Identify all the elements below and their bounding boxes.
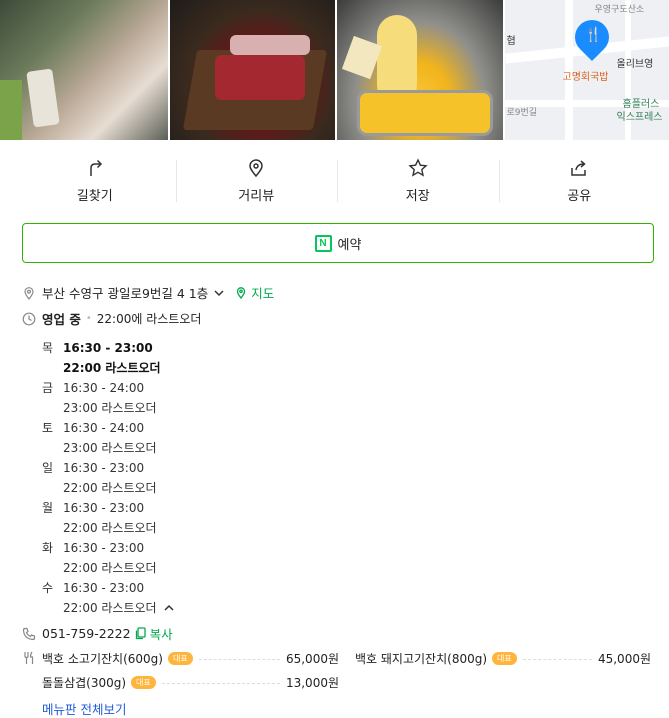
menu-item[interactable]: 백호 소고기잔치(600g) 대표 65,000원 bbox=[42, 650, 339, 667]
signature-badge: 대표 bbox=[167, 652, 193, 665]
menu-item[interactable]: 백호 돼지고기잔치(800g) 대표 45,000원 bbox=[355, 650, 651, 667]
map-label: 협 bbox=[506, 36, 516, 47]
action-label: 길찾기 bbox=[76, 189, 113, 204]
hours-day-row: 금 16:30 - 24:00 23:00 라스트오더 bbox=[42, 378, 175, 418]
open-hours: 16:30 - 24:00 bbox=[63, 421, 145, 435]
last-order: 23:00 라스트오더 bbox=[63, 401, 157, 415]
action-label: 저장 bbox=[405, 189, 430, 204]
meat-platter-photo[interactable] bbox=[169, 0, 335, 140]
chevron-up-icon[interactable] bbox=[163, 602, 175, 614]
map-label: 로9번길 bbox=[506, 108, 538, 118]
open-hours: 16:30 - 23:00 bbox=[63, 341, 153, 355]
address-row: 부산 수영구 광일로9번길 4 1층 지도 bbox=[22, 283, 274, 302]
day-label: 목 bbox=[42, 341, 54, 355]
last-order: 22:00 라스트오더 bbox=[63, 481, 157, 495]
map-label: 익스프레스 bbox=[616, 112, 663, 123]
business-hours-row[interactable]: 영업 중 • 22:00에 라스트오더 bbox=[22, 309, 201, 328]
action-label: 공유 bbox=[567, 189, 592, 204]
share-icon bbox=[571, 160, 586, 176]
day-label: 월 bbox=[42, 501, 54, 515]
menu-item-name: 돌돌삼겹(300g) bbox=[42, 676, 127, 690]
street-view-button[interactable]: 거리뷰 bbox=[175, 152, 338, 210]
last-order: 22:00 라스트오더 bbox=[63, 521, 157, 535]
star-icon bbox=[408, 158, 428, 177]
last-order: 22:00 라스트오더 bbox=[63, 561, 157, 575]
utensils-icon bbox=[22, 651, 36, 665]
day-label: 토 bbox=[42, 421, 54, 435]
open-hours: 16:30 - 23:00 bbox=[63, 461, 145, 475]
directions-button[interactable]: 길찾기 bbox=[14, 152, 176, 210]
map-label: 올리브영 bbox=[616, 59, 654, 70]
phone-number[interactable]: 051-759-2222 bbox=[42, 626, 131, 641]
directions-icon bbox=[90, 159, 102, 176]
action-bar: 길찾기 거리뷰 저장 공유 bbox=[14, 152, 660, 210]
open-hours: 16:30 - 24:00 bbox=[63, 381, 145, 395]
naver-booking-icon: N bbox=[314, 234, 332, 252]
hours-day-row: 일 16:30 - 23:00 22:00 라스트오더 bbox=[42, 458, 175, 498]
copy-label: 복사 bbox=[149, 627, 173, 642]
business-status: 영업 중 bbox=[42, 312, 81, 327]
hours-day-row: 수 16:30 - 23:00 22:00 라스트오더 bbox=[42, 578, 175, 618]
reserve-button[interactable]: N 예약 bbox=[22, 223, 654, 263]
copy-icon bbox=[135, 627, 146, 640]
map-pin-link-icon bbox=[237, 287, 246, 299]
map-link[interactable]: 지도 bbox=[235, 283, 274, 302]
day-label: 일 bbox=[42, 461, 54, 475]
open-hours: 16:30 - 23:00 bbox=[63, 501, 145, 515]
map-label: 우영구도산소 bbox=[594, 5, 645, 15]
hours-day-row: 화 16:30 - 23:00 22:00 라스트오더 bbox=[42, 538, 175, 578]
hours-day-row: 토 16:30 - 24:00 23:00 라스트오더 bbox=[42, 418, 175, 458]
phone-icon bbox=[22, 627, 36, 641]
map-thumbnail[interactable]: 우영구도산소 협 🍴 올리브영 고명회국밥 홈플러스 익스프레스 로9번길 bbox=[504, 0, 669, 140]
grill-photo[interactable] bbox=[0, 0, 168, 140]
restaurant-icon: 🍴 bbox=[584, 27, 602, 43]
copy-button[interactable]: 복사 bbox=[135, 624, 173, 643]
clock-icon bbox=[22, 312, 36, 326]
open-hours: 16:30 - 23:00 bbox=[63, 581, 145, 595]
menu-icon-wrap bbox=[22, 650, 42, 669]
menu-item-price: 13,000원 bbox=[285, 676, 339, 690]
address-text: 부산 수영구 광일로9번길 4 1층 bbox=[42, 286, 209, 301]
chevron-down-icon[interactable] bbox=[213, 287, 225, 299]
menu-item-name: 백호 소고기잔치(600g) bbox=[42, 652, 163, 666]
dotted-leader bbox=[161, 682, 280, 684]
last-order: 22:00 라스트오더 bbox=[63, 601, 157, 615]
menu-item[interactable]: 돌돌삼겹(300g) 대표 13,000원 bbox=[42, 674, 339, 691]
hours-list: 목 16:30 - 23:00 22:00 라스트오더 금 16:30 - 24:… bbox=[42, 338, 175, 618]
dotted-leader bbox=[198, 658, 280, 660]
share-button[interactable]: 공유 bbox=[498, 152, 661, 210]
last-order: 23:00 라스트오더 bbox=[63, 441, 157, 455]
signature-badge: 대표 bbox=[131, 676, 156, 689]
hours-day-row: 월 16:30 - 23:00 22:00 라스트오더 bbox=[42, 498, 175, 538]
menu-item-name: 백호 돼지고기잔치(800g) bbox=[355, 652, 488, 666]
reserve-label: 예약 bbox=[337, 237, 362, 253]
day-label: 수 bbox=[42, 581, 54, 595]
map-label: 고명회국밥 bbox=[562, 72, 609, 83]
location-pin-icon bbox=[22, 286, 36, 300]
save-button[interactable]: 저장 bbox=[337, 152, 499, 210]
last-order-text: 22:00에 라스트오더 bbox=[96, 312, 202, 326]
phone-row: 051-759-2222 복사 bbox=[22, 624, 173, 643]
open-hours: 16:30 - 23:00 bbox=[63, 541, 145, 555]
signature-badge: 대표 bbox=[492, 652, 517, 665]
map-link-label: 지도 bbox=[251, 286, 275, 301]
cheese-photo[interactable] bbox=[337, 0, 503, 140]
menu-item-price: 45,000원 bbox=[597, 652, 651, 666]
action-label: 거리뷰 bbox=[238, 189, 275, 204]
separator-dot: • bbox=[85, 313, 92, 324]
photo-strip: 우영구도산소 협 🍴 올리브영 고명회국밥 홈플러스 익스프레스 로9번길 bbox=[0, 0, 669, 140]
full-menu-link[interactable]: 메뉴판 전체보기 bbox=[42, 699, 126, 718]
day-label: 금 bbox=[42, 381, 54, 395]
last-order: 22:00 라스트오더 bbox=[63, 361, 161, 375]
day-label: 화 bbox=[42, 541, 54, 555]
hours-day-row: 목 16:30 - 23:00 22:00 라스트오더 bbox=[42, 338, 175, 378]
menu-item-price: 65,000원 bbox=[285, 652, 339, 666]
street-view-icon bbox=[249, 159, 264, 178]
dotted-leader bbox=[522, 658, 592, 660]
